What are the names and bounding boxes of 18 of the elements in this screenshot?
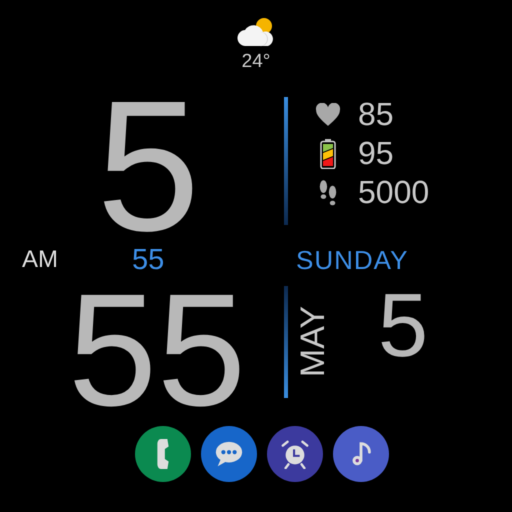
heart-value: 85 [358, 97, 394, 132]
heart-icon [315, 102, 341, 126]
am-pm-label: AM [21, 246, 59, 274]
weekday-label: SUNDAY [295, 244, 410, 276]
seconds-digits: 55 [132, 244, 164, 276]
footprints-icon [318, 178, 338, 206]
hour-digits: 5 [96, 97, 201, 237]
day-digits: 5 [378, 286, 428, 366]
battery-icon [320, 138, 336, 168]
chat-bubble-icon [214, 439, 244, 469]
minute-digits: 55 [67, 286, 247, 414]
temperature: 24° [242, 52, 270, 72]
battery-value: 95 [358, 136, 394, 171]
alarm-clock-icon [280, 439, 310, 469]
phone-icon [157, 439, 169, 469]
steps-value: 5000 [358, 175, 430, 210]
month-label: MAY [294, 305, 334, 377]
cloud-sun-icon [236, 16, 276, 48]
